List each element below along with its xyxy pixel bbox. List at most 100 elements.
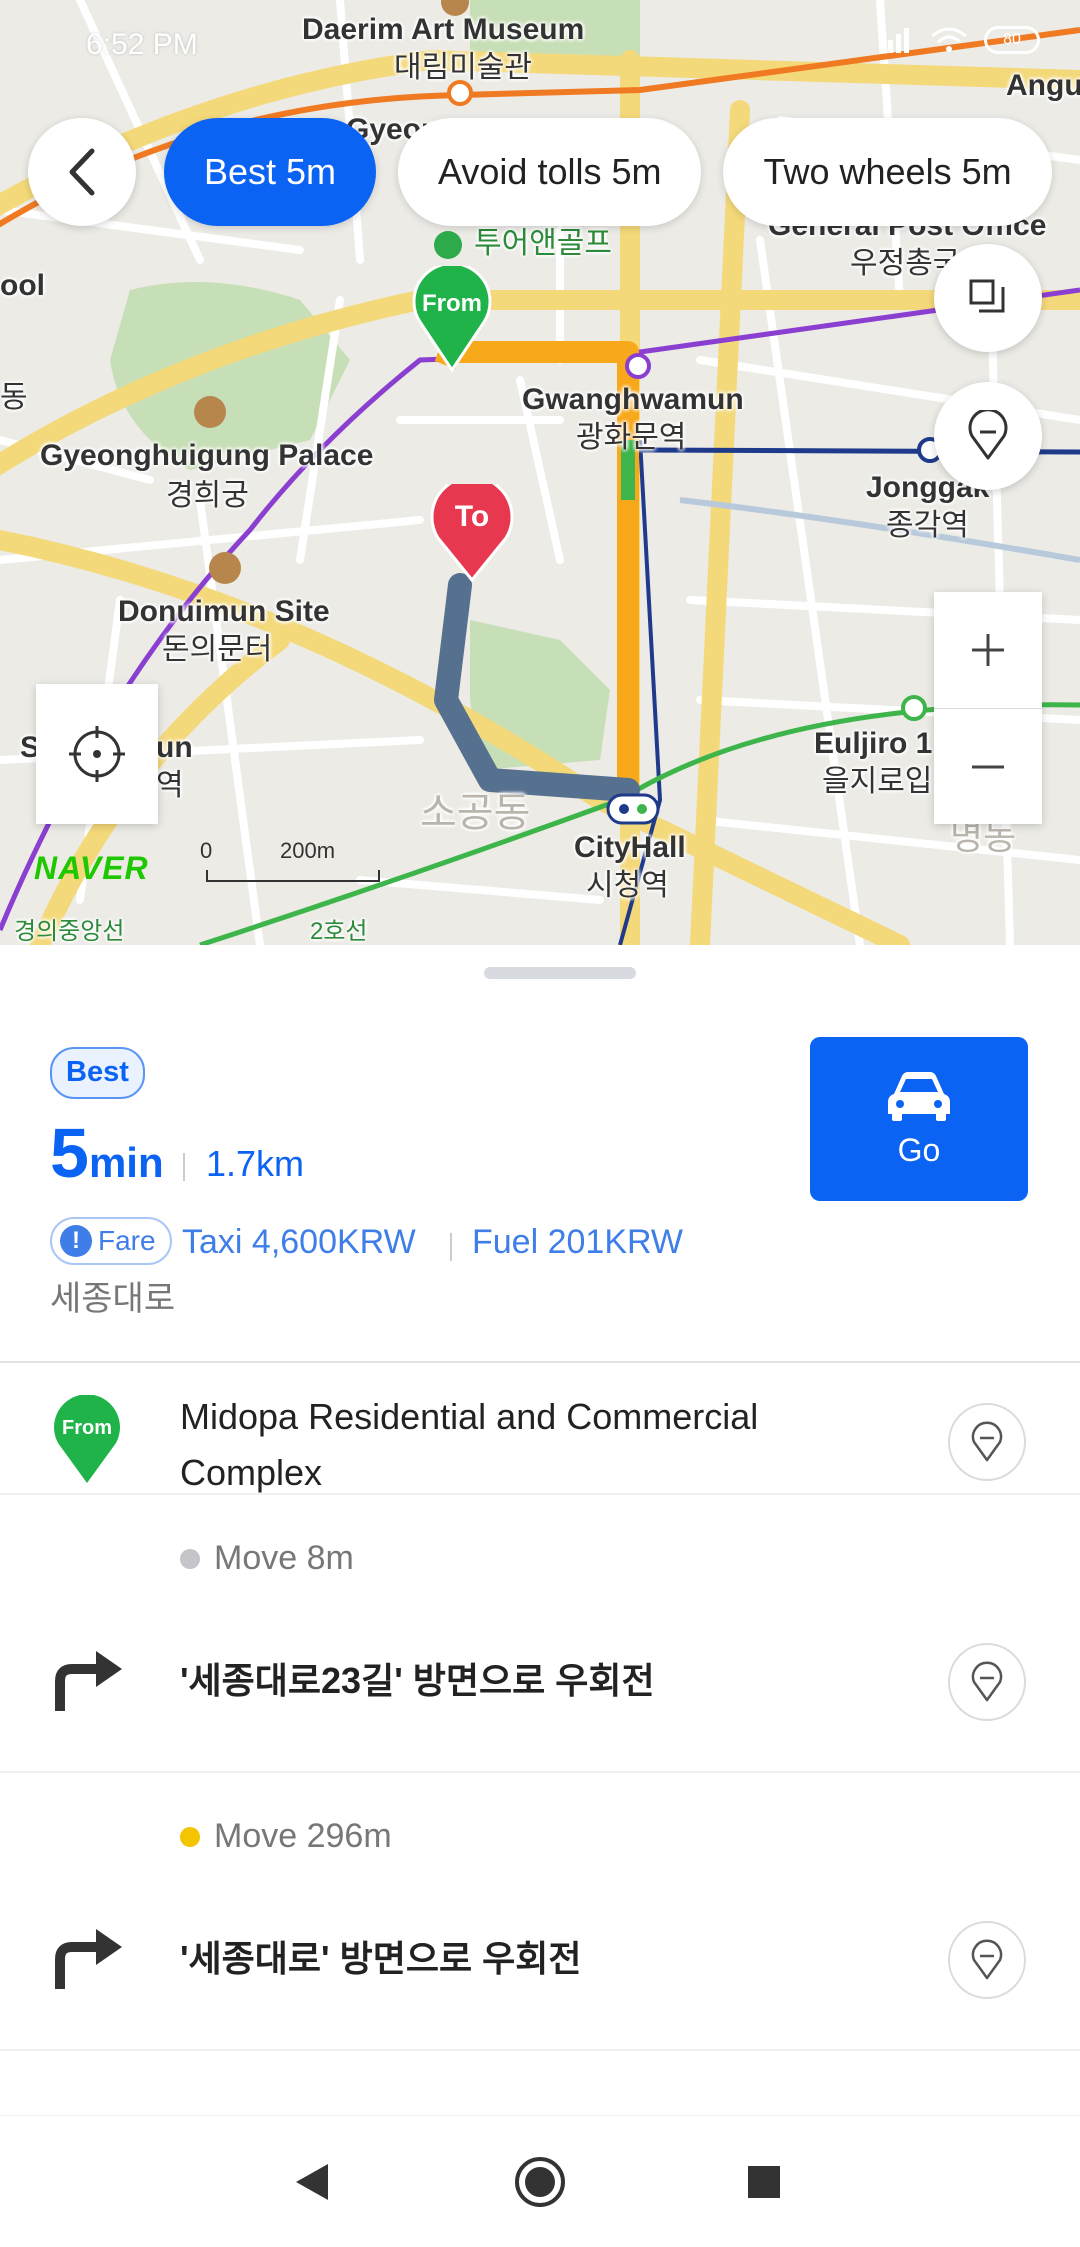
fare-badge[interactable]: ! Fare bbox=[50, 1217, 172, 1265]
start-location-name: Midopa Residential and Commercial Comple… bbox=[180, 1389, 758, 1501]
step-instruction: '세종대로23길' 방면으로 우회전 bbox=[180, 1660, 655, 1701]
signal-icon bbox=[880, 28, 909, 53]
route-step-start[interactable]: From Midopa Residential and Commercial C… bbox=[0, 1363, 1080, 1495]
from-pin-icon bbox=[54, 1394, 120, 1483]
map-label-seodaemun-un: un bbox=[156, 731, 193, 764]
current-location-button[interactable] bbox=[36, 684, 158, 824]
map-label-donuimun-ko: 돈의문터 bbox=[162, 633, 273, 666]
zoom-control bbox=[934, 592, 1042, 824]
chip-avoid-tolls[interactable]: Avoid tolls 5m bbox=[398, 118, 702, 226]
step-dot bbox=[180, 1826, 200, 1847]
map-label-gyeongui: 경의중앙선 bbox=[14, 918, 125, 945]
step-dot bbox=[180, 1548, 200, 1569]
step-move: Move 296m bbox=[180, 1817, 392, 1856]
battery-icon: 80 bbox=[984, 26, 1040, 54]
back-button[interactable] bbox=[28, 118, 136, 226]
step-move: Move 8m bbox=[180, 1539, 354, 1578]
zoom-out-button[interactable] bbox=[934, 708, 1042, 825]
divider bbox=[450, 1233, 452, 1261]
from-pin-icon bbox=[412, 262, 492, 373]
plus-icon bbox=[972, 634, 1004, 666]
square-recents-icon bbox=[748, 2166, 780, 2198]
map-label-gyeonghuigung-ko: 경희궁 bbox=[166, 479, 249, 512]
step-map-pin-button[interactable] bbox=[948, 1403, 1026, 1481]
map-label-cityhall: CityHall bbox=[574, 831, 686, 864]
scale-zero: 0 bbox=[200, 838, 213, 863]
go-button[interactable]: Go bbox=[810, 1037, 1028, 1201]
layers-icon bbox=[969, 279, 1005, 313]
nav-back-button[interactable] bbox=[282, 2152, 342, 2212]
chevron-left-icon bbox=[69, 148, 95, 196]
chip-two-wheels[interactable]: Two wheels 5m bbox=[723, 118, 1052, 226]
from-pin-label: From bbox=[422, 290, 482, 317]
nav-home-button[interactable] bbox=[510, 2152, 570, 2212]
start-location-line2: Complex bbox=[180, 1451, 323, 1493]
map-label-donuimun: Donuimun Site bbox=[118, 595, 330, 628]
map-label-seodaemun-ko: 역 bbox=[156, 769, 184, 802]
route-step-1[interactable]: Move 8m '세종대로23길' 방면으로 우회전 bbox=[0, 1495, 1080, 1773]
circle-home-icon bbox=[515, 2157, 565, 2207]
step-map-pin-button[interactable] bbox=[948, 1921, 1026, 1999]
fuel-cost: Fuel 201KRW bbox=[472, 1223, 684, 1261]
route-road-name: 세종대로 bbox=[50, 1280, 176, 1318]
map-label-pool: ool bbox=[0, 269, 45, 302]
from-marker: From bbox=[52, 1394, 122, 1487]
map-pin-icon bbox=[971, 1421, 1003, 1462]
nav-recents-button[interactable] bbox=[734, 2152, 794, 2212]
to-pin[interactable]: To bbox=[430, 475, 514, 584]
wifi-icon bbox=[931, 27, 967, 52]
to-pin-icon bbox=[430, 475, 514, 583]
start-location-line1: Midopa Residential and Commercial bbox=[180, 1396, 759, 1437]
route-step-2[interactable]: Move 296m '세종대로' 방면으로 우회전 bbox=[0, 1773, 1080, 2051]
step-instruction: '세종대로' 방면으로 우회전 bbox=[180, 1938, 582, 1979]
fare-label: Fare bbox=[98, 1225, 156, 1256]
triangle-back-icon bbox=[296, 2164, 328, 2200]
route-time-unit: min bbox=[88, 1139, 164, 1186]
map-label-jonggak-ko: 종각역 bbox=[886, 509, 969, 542]
scale-value: 200m bbox=[280, 838, 336, 863]
map-pin-icon bbox=[971, 1661, 1003, 1702]
minus-icon bbox=[972, 765, 1004, 769]
turn-right-icon bbox=[55, 1929, 122, 1989]
info-icon: ! bbox=[60, 1225, 92, 1257]
taxi-fare: Taxi 4,600KRW bbox=[182, 1223, 416, 1261]
status-time: 6:52 PM bbox=[86, 28, 198, 61]
crosshair-icon bbox=[69, 726, 125, 782]
to-pin-label: To bbox=[454, 500, 490, 533]
scale-bar bbox=[206, 870, 380, 882]
map-label-line2: 2호선 bbox=[310, 918, 368, 945]
route-distance: 1.7km bbox=[206, 1143, 305, 1184]
zoom-in-button[interactable] bbox=[934, 592, 1042, 708]
step-map-pin-button[interactable] bbox=[948, 1643, 1026, 1721]
from-marker-label: From bbox=[62, 1417, 112, 1439]
route-option-chips: Best 5m Avoid tolls 5m Two wheels 5m bbox=[164, 118, 1052, 226]
map-label-euljiro: Euljiro 1 bbox=[814, 727, 933, 760]
status-bar: 6:52 PM 80 bbox=[0, 0, 1080, 80]
car-icon bbox=[888, 1071, 950, 1121]
layers-button[interactable] bbox=[934, 244, 1042, 352]
map-label-euljiro-ko: 을지로입 bbox=[822, 765, 933, 798]
map-label-dong: 동 bbox=[0, 381, 28, 414]
route-map[interactable]: Daerim Art Museum 대림미술관 Gyeon Angu Gener… bbox=[0, 0, 1080, 945]
naver-logo: NAVER bbox=[34, 850, 149, 886]
map-label-sogong: 소공동 bbox=[420, 791, 531, 835]
map-pin-icon bbox=[971, 1939, 1003, 1980]
map-label-gwanghwamun: Gwanghwamun bbox=[522, 383, 744, 416]
divider bbox=[183, 1153, 185, 1181]
best-badge: Best bbox=[50, 1047, 145, 1099]
chip-best[interactable]: Best 5m bbox=[164, 118, 377, 226]
step-move-distance: Move 8m bbox=[214, 1539, 354, 1577]
route-summary: Best 5min 1.7km ! Fare Taxi 4,600KRW Fue… bbox=[0, 945, 1080, 1363]
step-move-distance: Move 296m bbox=[214, 1817, 392, 1855]
map-pin-icon bbox=[968, 410, 1008, 460]
route-time: 5min bbox=[50, 1113, 164, 1193]
route-details-sheet: Best 5min 1.7km ! Fare Taxi 4,600KRW Fue… bbox=[0, 945, 1080, 2115]
map-label-tour-golf: 투어앤골프 bbox=[474, 227, 612, 260]
go-label: Go bbox=[897, 1131, 941, 1168]
from-pin[interactable]: From bbox=[412, 262, 492, 374]
system-nav-bar bbox=[0, 2115, 1080, 2247]
map-label-gwanghwamun-ko: 광화문역 bbox=[576, 421, 687, 454]
location-pin-button[interactable] bbox=[934, 382, 1042, 490]
route-time-value: 5 bbox=[50, 1114, 89, 1192]
map-label-gyeonghuigung: Gyeonghuigung Palace bbox=[40, 439, 374, 472]
